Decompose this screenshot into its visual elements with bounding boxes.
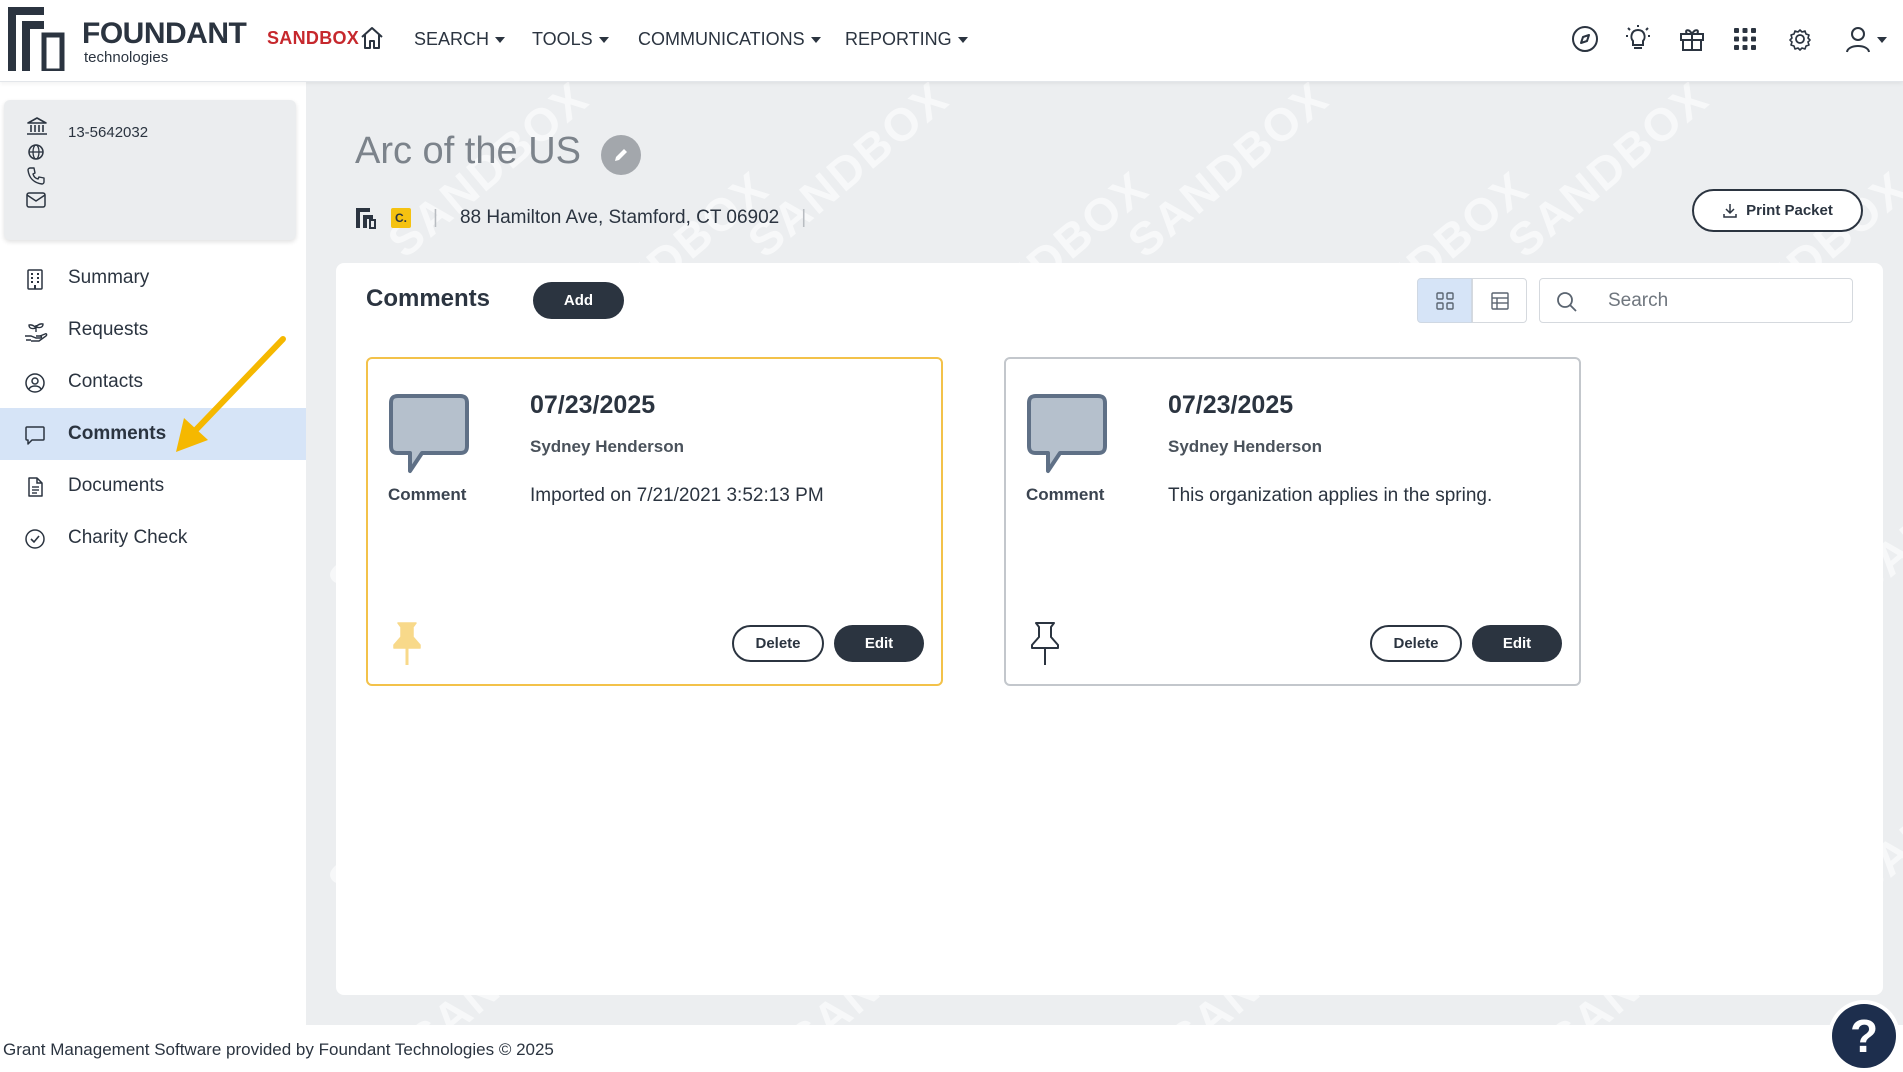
comment-author: Sydney Henderson	[530, 437, 684, 456]
download-icon	[1723, 203, 1737, 218]
comment-text: This organization applies in the spring.	[1168, 485, 1493, 506]
compass-icon[interactable]	[1570, 24, 1600, 54]
watermark: SANDBOX	[737, 82, 959, 268]
sidebar-item-label: Charity Check	[68, 527, 188, 548]
nav-tools-label: TOOLS	[532, 29, 593, 49]
logo-subtitle: technologies	[84, 49, 169, 66]
bank-icon	[27, 117, 47, 135]
gear-icon[interactable]	[1785, 24, 1815, 54]
foundant-logo-mark	[8, 7, 65, 71]
comment-author: Sydney Henderson	[1168, 437, 1322, 456]
logo-name: FOUNDANT	[82, 17, 247, 50]
annotation-arrow	[176, 336, 286, 452]
watermark: SANDBOX	[377, 82, 599, 268]
org-address: 88 Hamilton Ave, Stamford, CT 06902	[459, 207, 780, 228]
delete-comment-button[interactable]: Delete	[732, 625, 824, 662]
grid-view-icon	[1435, 291, 1454, 310]
hand-plant-icon	[25, 323, 48, 342]
sidebar-item-label: Documents	[68, 475, 165, 496]
candid-badge[interactable]: C.	[391, 208, 411, 228]
foundant-logo[interactable]: FOUNDANT technologies	[8, 7, 248, 71]
globe-icon[interactable]	[26, 142, 46, 162]
home-icon[interactable]	[358, 24, 386, 52]
sidebar-item-label: Comments	[68, 423, 167, 444]
phone-icon[interactable]	[26, 166, 46, 186]
pin-outline-icon[interactable]	[1028, 621, 1062, 667]
chevron-down-icon	[495, 36, 506, 43]
comment-icon	[25, 426, 45, 445]
environment-label: SANDBOX	[267, 28, 360, 48]
foundant-small-icon	[356, 208, 376, 229]
pencil-icon	[615, 149, 627, 161]
apps-grid-icon[interactable]	[1730, 24, 1760, 54]
nav-search-label: SEARCH	[414, 29, 490, 49]
org-ein: 13-5642032	[68, 124, 149, 141]
page-title: Arc of the US	[355, 130, 581, 172]
org-info-card: 13-5642032	[4, 100, 296, 240]
nav-communications-label: COMMUNICATIONS	[638, 29, 805, 49]
comment-text: Imported on 7/21/2021 3:52:13 PM	[530, 485, 824, 506]
watermark: SANDBOX	[1497, 82, 1719, 268]
gift-icon[interactable]	[1677, 24, 1707, 54]
building-icon	[27, 269, 43, 290]
sidebar: 13-5642032 Summary Requests Contacts Com…	[0, 82, 306, 1025]
add-comment-button[interactable]: Add	[533, 282, 624, 319]
user-circle-icon	[25, 373, 45, 393]
chevron-down-icon	[598, 36, 609, 43]
top-navbar: FOUNDANT technologies SANDBOX SEARCH TOO…	[0, 0, 1903, 82]
sidebar-item-label: Summary	[68, 267, 150, 288]
table-view-toggle[interactable]	[1472, 278, 1527, 323]
nav-reporting-label: REPORTING	[845, 29, 952, 49]
print-packet-button[interactable]: Print Packet	[1692, 189, 1863, 232]
sidebar-item-charity-check[interactable]: Charity Check	[0, 512, 306, 564]
sidebar-item-label: Requests	[68, 319, 149, 340]
edit-comment-button[interactable]: Edit	[834, 625, 924, 662]
lightbulb-icon[interactable]	[1623, 24, 1653, 54]
comment-bubble-icon	[1027, 394, 1107, 473]
search-icon	[1557, 292, 1577, 312]
email-icon[interactable]	[26, 192, 46, 208]
footer-text: Grant Management Software provided by Fo…	[3, 1040, 554, 1059]
nav-communications-menu[interactable]: COMMUNICATIONS	[638, 29, 821, 50]
check-circle-icon	[25, 529, 45, 549]
divider: |	[433, 207, 438, 228]
watermark: SANDBOX	[1117, 82, 1339, 268]
chevron-down-icon	[810, 36, 821, 43]
org-subheader: C. | 88 Hamilton Ave, Stamford, CT 06902…	[355, 204, 828, 232]
comments-panel: Comments Add Comment 07/23/2025 Sydney	[336, 263, 1883, 995]
help-icon: ?	[1832, 1004, 1896, 1068]
edit-comment-button[interactable]: Edit	[1472, 625, 1562, 662]
comment-bubble-icon	[389, 394, 469, 473]
comment-card[interactable]: Comment 07/23/2025 Sydney Henderson This…	[1004, 357, 1581, 686]
sidebar-item-label: Contacts	[68, 371, 143, 392]
comment-type: Comment	[388, 485, 467, 504]
comment-type: Comment	[1026, 485, 1105, 504]
divider: |	[801, 207, 807, 228]
chevron-down-icon[interactable]	[1877, 37, 1887, 43]
delete-comment-button[interactable]: Delete	[1370, 625, 1462, 662]
help-button[interactable]: ?	[1828, 1000, 1900, 1072]
panel-title: Comments	[366, 285, 491, 312]
user-icon[interactable]	[1843, 24, 1873, 54]
footer: Grant Management Software provided by Fo…	[0, 1025, 1903, 1072]
comment-date: 07/23/2025	[1168, 391, 1294, 419]
sidebar-item-summary[interactable]: Summary	[0, 252, 306, 304]
print-packet-label: Print Packet	[1746, 202, 1833, 219]
chevron-down-icon	[957, 36, 968, 43]
comment-card[interactable]: Comment 07/23/2025 Sydney Henderson Impo…	[366, 357, 943, 686]
nav-tools-menu[interactable]: TOOLS	[532, 29, 609, 50]
nav-reporting-menu[interactable]: REPORTING	[845, 29, 968, 50]
document-icon	[28, 477, 43, 497]
sidebar-item-documents[interactable]: Documents	[0, 460, 306, 512]
edit-name-button[interactable]	[601, 135, 641, 175]
comment-date: 07/23/2025	[530, 391, 656, 419]
table-view-icon	[1490, 291, 1509, 310]
grid-view-toggle[interactable]	[1417, 278, 1472, 323]
search-input[interactable]	[1608, 287, 1838, 315]
pin-filled-icon[interactable]	[390, 621, 424, 667]
search-box	[1539, 278, 1853, 323]
nav-search-menu[interactable]: SEARCH	[414, 29, 506, 50]
